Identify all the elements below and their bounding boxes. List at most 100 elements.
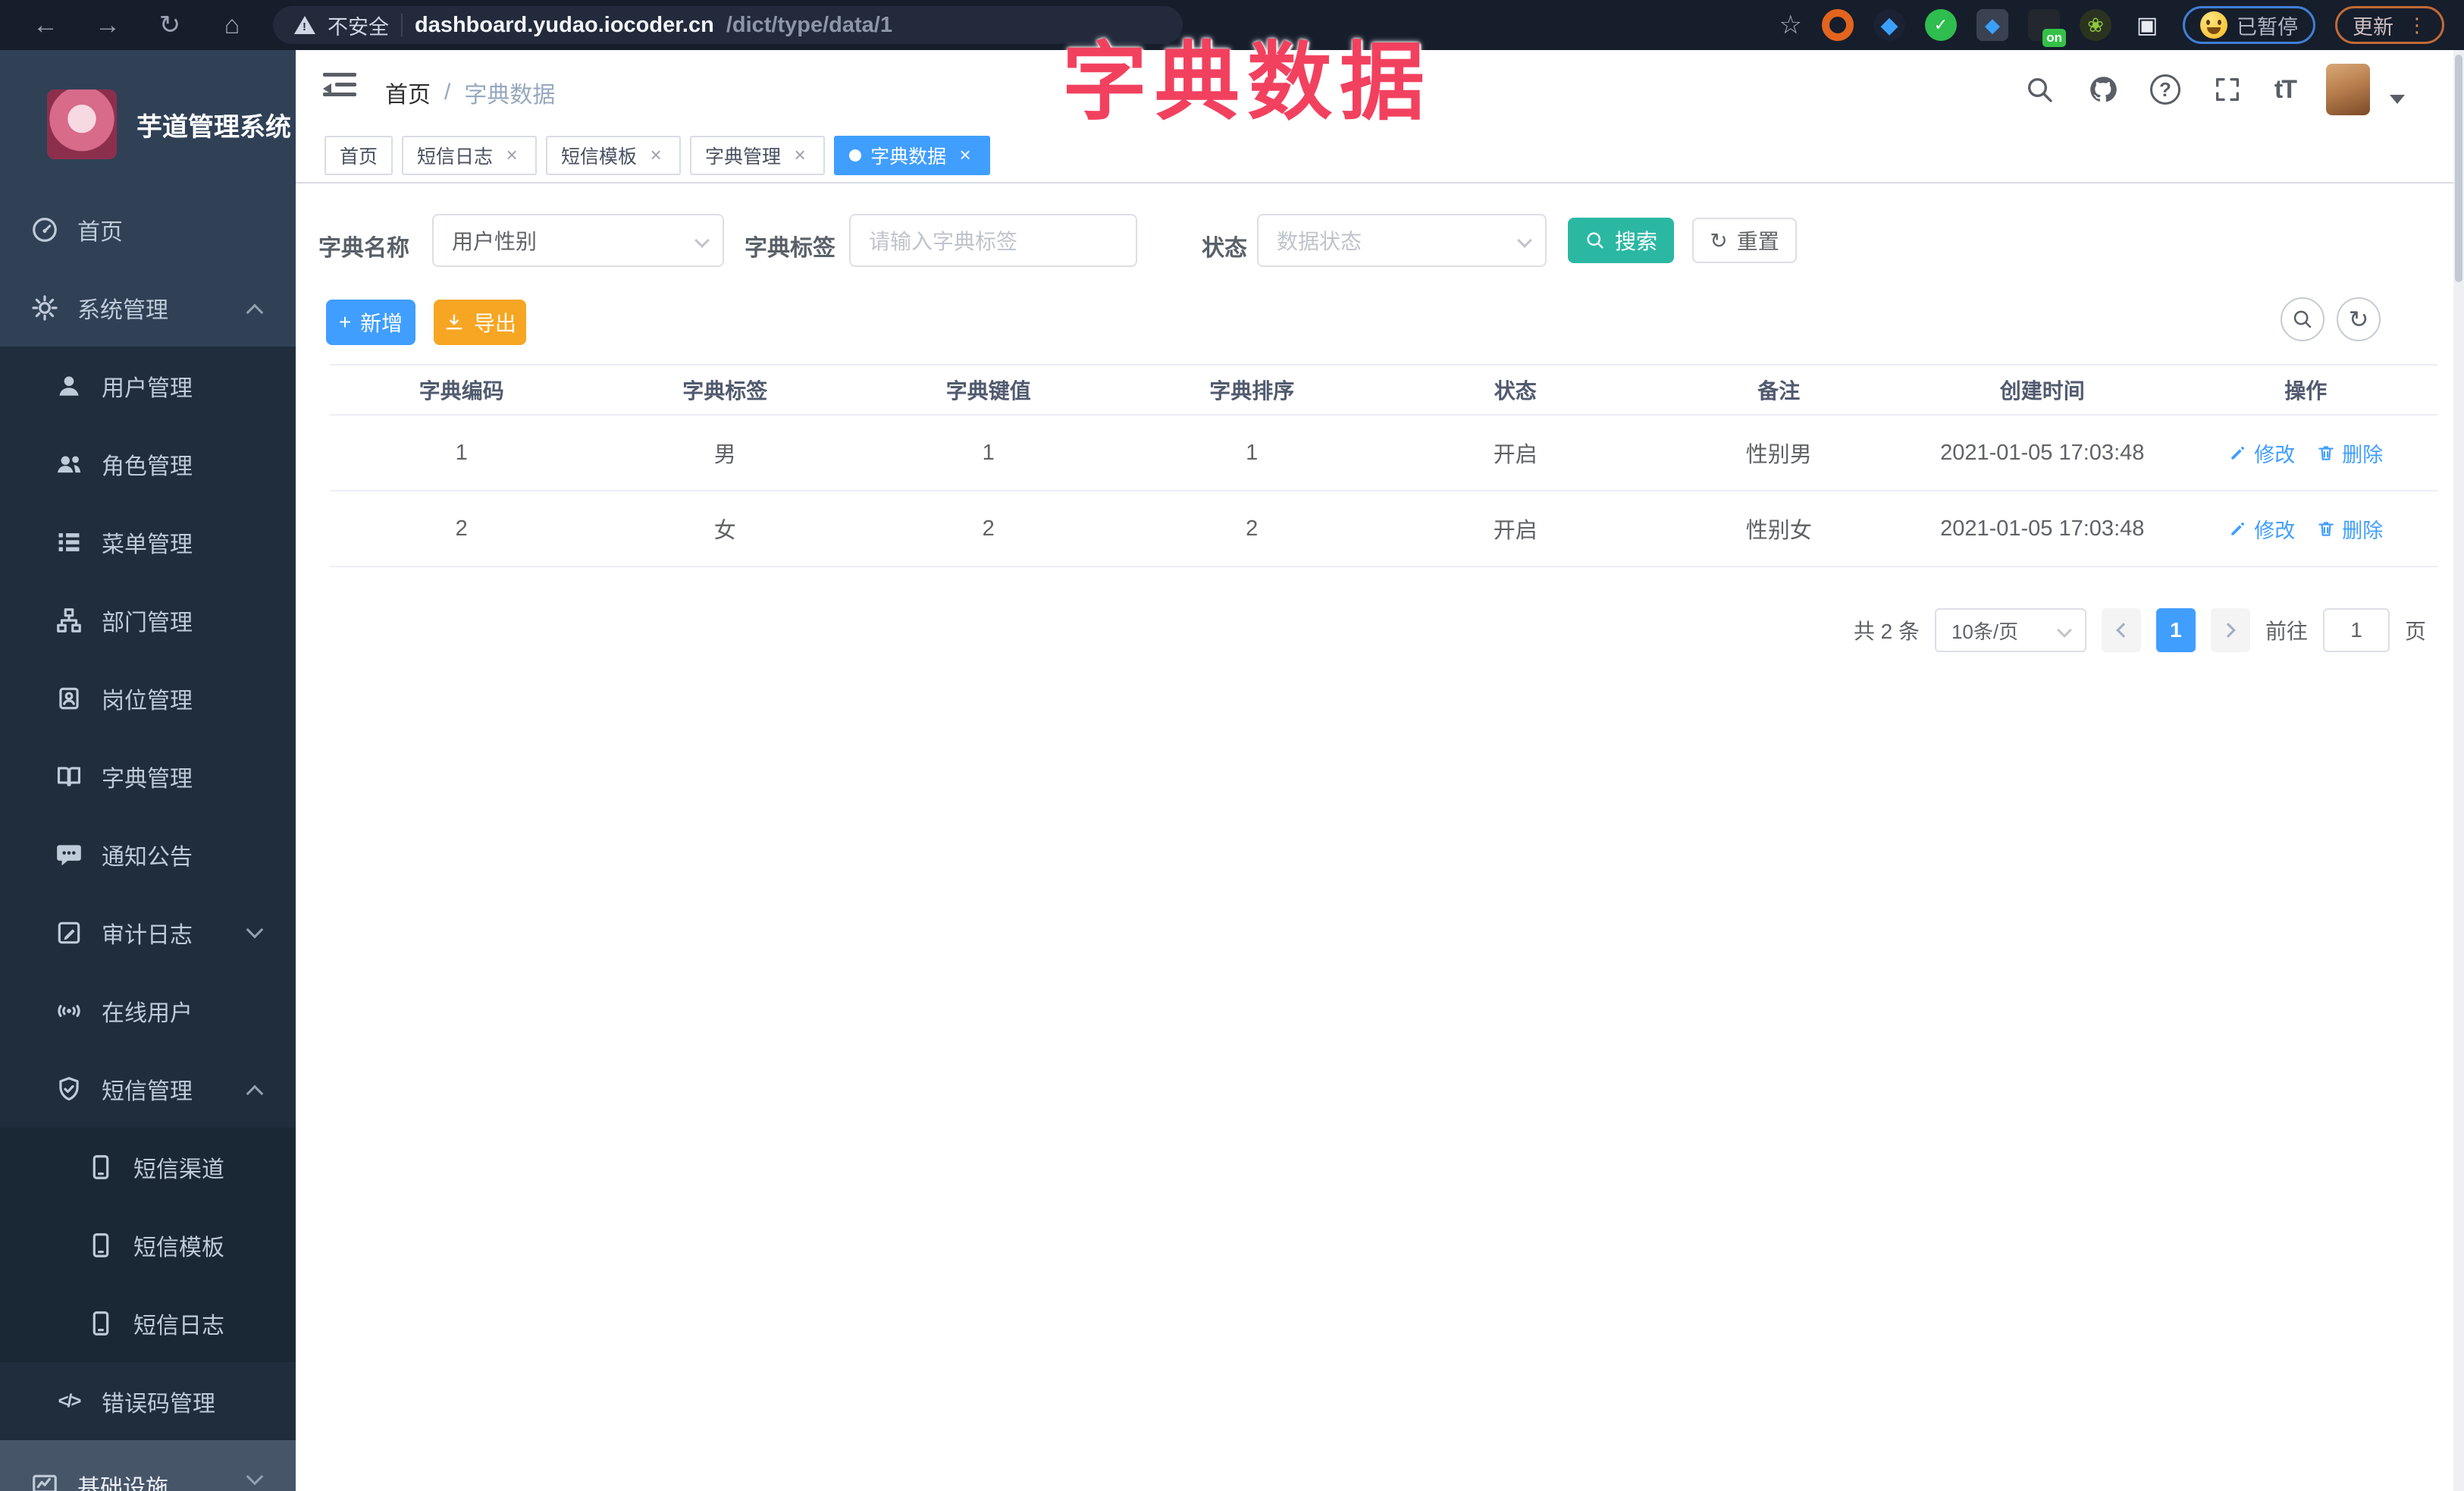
tag-sms-log[interactable]: 短信日志 × xyxy=(402,136,538,175)
reset-button[interactable]: ↻ 重置 xyxy=(1692,218,1797,263)
help-icon[interactable]: ? xyxy=(2149,74,2180,105)
extension-orange-icon[interactable] xyxy=(1822,9,1854,41)
browser-scrollbar[interactable] xyxy=(2453,50,2464,1491)
extension-leaf-icon[interactable]: ❀ xyxy=(2080,9,2111,41)
sidebar-item-label: 基础设施 xyxy=(77,1476,168,1491)
close-icon[interactable]: × xyxy=(646,145,666,165)
browser-back-icon[interactable]: ← xyxy=(29,8,62,42)
dict-name-select[interactable]: 用户性别 xyxy=(432,214,724,267)
badge-icon xyxy=(55,684,83,713)
dict-data-table: 字典编码 字典标签 字典键值 字典排序 状态 备注 创建时间 操作 1 男 1 … xyxy=(330,364,2437,567)
font-size-icon[interactable]: tT xyxy=(2274,75,2297,105)
sms-submenu: 短信渠道 短信模板 短信日志 xyxy=(0,1128,296,1362)
edit-link[interactable]: 修改 xyxy=(2228,438,2295,468)
sidebar-item-user-mgmt[interactable]: 用户管理 xyxy=(0,347,296,425)
tag-home[interactable]: 首页 xyxy=(324,136,393,175)
sidebar-item-label: 通知公告 xyxy=(102,844,193,870)
url-path: /dict/type/data/1 xyxy=(726,12,892,37)
profile-paused-pill[interactable]: 已暂停 xyxy=(2183,6,2315,44)
browser-reload-icon[interactable]: ↻ xyxy=(153,8,187,42)
sidebar-item-sms-log[interactable]: 短信日志 xyxy=(0,1284,296,1362)
sidebar-item-post-mgmt[interactable]: 岗位管理 xyxy=(0,659,296,737)
sidebar-item-system[interactable]: 系统管理 xyxy=(0,268,296,347)
sidebar-item-label: 角色管理 xyxy=(102,454,193,479)
avatar[interactable] xyxy=(2326,64,2370,115)
address-bar[interactable]: ! 不安全 dashboard.yudao.iocoder.cn /dict/t… xyxy=(273,6,1183,44)
sidebar-item-sms-channel[interactable]: 短信渠道 xyxy=(0,1128,296,1206)
not-secure-label[interactable]: 不安全 xyxy=(328,11,389,40)
edit-link[interactable]: 修改 xyxy=(2228,514,2295,544)
tag-sms-template[interactable]: 短信模板 × xyxy=(546,136,682,175)
chevron-up-icon xyxy=(246,303,264,322)
extension-green-check-icon[interactable]: ✓ xyxy=(1925,9,1957,41)
sidebar-collapse-icon[interactable] xyxy=(323,73,356,106)
tag-dict-data[interactable]: 字典数据 × xyxy=(834,136,991,175)
extensions-puzzle-icon[interactable]: ▣ xyxy=(2131,9,2163,41)
next-page-button[interactable] xyxy=(2210,608,2250,652)
update-label: 更新 xyxy=(2353,15,2393,39)
refresh-table-button[interactable]: ↻ xyxy=(2337,297,2381,341)
search-icon[interactable] xyxy=(2023,73,2056,106)
delete-link-label: 删除 xyxy=(2342,519,2384,542)
sidebar: 芋道管理系统 首页 系统管理 用户管理 角色管理 菜单管理 部门管理 岗位管理 … xyxy=(0,50,296,1491)
goto-page-input[interactable] xyxy=(2322,608,2390,652)
sidebar-item-dept-mgmt[interactable]: 部门管理 xyxy=(0,581,296,659)
scrollbar-thumb[interactable] xyxy=(2455,55,2462,282)
announcement-icon xyxy=(55,840,83,869)
col-header: 备注 xyxy=(1757,379,1801,403)
sidebar-item-label: 短信模板 xyxy=(133,1235,224,1260)
sidebar-item-role-mgmt[interactable]: 角色管理 xyxy=(0,425,296,503)
fullscreen-icon[interactable] xyxy=(2211,73,2244,106)
paused-label: 已暂停 xyxy=(2237,15,2298,39)
delete-link-label: 删除 xyxy=(2342,443,2384,466)
browser-forward-icon[interactable]: → xyxy=(91,8,124,42)
extension-stats-icon[interactable]: ◆ xyxy=(1977,9,2008,41)
sidebar-item-errcode-mgmt[interactable]: </> 错误码管理 xyxy=(0,1362,296,1440)
sidebar-item-dict-mgmt[interactable]: 字典管理 xyxy=(0,737,296,815)
browser-home-icon[interactable]: ⌂ xyxy=(215,8,249,42)
sidebar-item-menu-mgmt[interactable]: 菜单管理 xyxy=(0,503,296,581)
delete-link[interactable]: 删除 xyxy=(2316,438,2383,468)
extension-switch-icon[interactable]: on xyxy=(2028,9,2066,47)
browser-update-pill[interactable]: 更新 ⋮ xyxy=(2335,6,2444,44)
add-button[interactable]: + 新增 xyxy=(326,300,415,345)
extension-blue-gem-icon[interactable]: ◆ xyxy=(1873,9,1905,41)
sidebar-item-sms-template[interactable]: 短信模板 xyxy=(0,1206,296,1284)
sidebar-item-label: 在线用户 xyxy=(102,1000,193,1026)
dict-name-label: 字典名称 xyxy=(318,236,409,261)
pagination: 共 2 条 10条/页 1 前往 页 xyxy=(1854,608,2426,652)
search-button[interactable]: 搜索 xyxy=(1568,218,1674,263)
delete-link[interactable]: 删除 xyxy=(2316,514,2383,544)
page-size-select[interactable]: 10条/页 xyxy=(1934,608,2086,652)
gear-icon xyxy=(30,293,59,322)
sidebar-item-infra[interactable]: 基础设施 xyxy=(0,1440,296,1491)
profile-emoji-icon xyxy=(2200,11,2227,39)
browser-menu-dots-icon[interactable]: ⋮ xyxy=(2407,14,2427,37)
sidebar-item-notice[interactable]: 通知公告 xyxy=(0,815,296,893)
sidebar-item-sms-mgmt[interactable]: 短信管理 xyxy=(0,1050,296,1128)
book-icon xyxy=(55,762,83,791)
github-icon[interactable] xyxy=(2086,73,2120,106)
cell-remark: 性别女 xyxy=(1745,519,1812,543)
breadcrumb-home-link[interactable]: 首页 xyxy=(385,76,431,109)
toggle-search-button[interactable] xyxy=(2281,297,2324,341)
tag-dict-mgmt[interactable]: 字典管理 × xyxy=(690,136,826,175)
users-icon xyxy=(55,450,83,479)
close-icon[interactable]: × xyxy=(502,145,522,165)
sidebar-item-online-users[interactable]: 在线用户 xyxy=(0,972,296,1050)
sidebar-item-home[interactable]: 首页 xyxy=(0,190,296,268)
chevron-down-icon xyxy=(246,1467,264,1486)
sidebar-item-audit-log[interactable]: 审计日志 xyxy=(0,893,296,972)
cell-remark: 性别男 xyxy=(1745,443,1812,467)
close-icon[interactable]: × xyxy=(955,145,975,165)
cell-created: 2021-01-05 17:03:48 xyxy=(1940,440,2145,465)
current-page-button[interactable]: 1 xyxy=(2155,608,2196,652)
export-button[interactable]: 导出 xyxy=(434,300,526,345)
prev-page-button[interactable] xyxy=(2101,608,2141,652)
avatar-caret-icon[interactable] xyxy=(2390,95,2405,104)
dict-label-input[interactable]: 请输入字典标签 xyxy=(849,214,1137,267)
bookmark-star-icon[interactable]: ☆ xyxy=(1779,10,1802,40)
close-icon[interactable]: × xyxy=(790,145,810,165)
status-select[interactable]: 数据状态 xyxy=(1257,214,1547,267)
sidebar-logo-row[interactable]: 芋道管理系统 xyxy=(0,50,296,171)
